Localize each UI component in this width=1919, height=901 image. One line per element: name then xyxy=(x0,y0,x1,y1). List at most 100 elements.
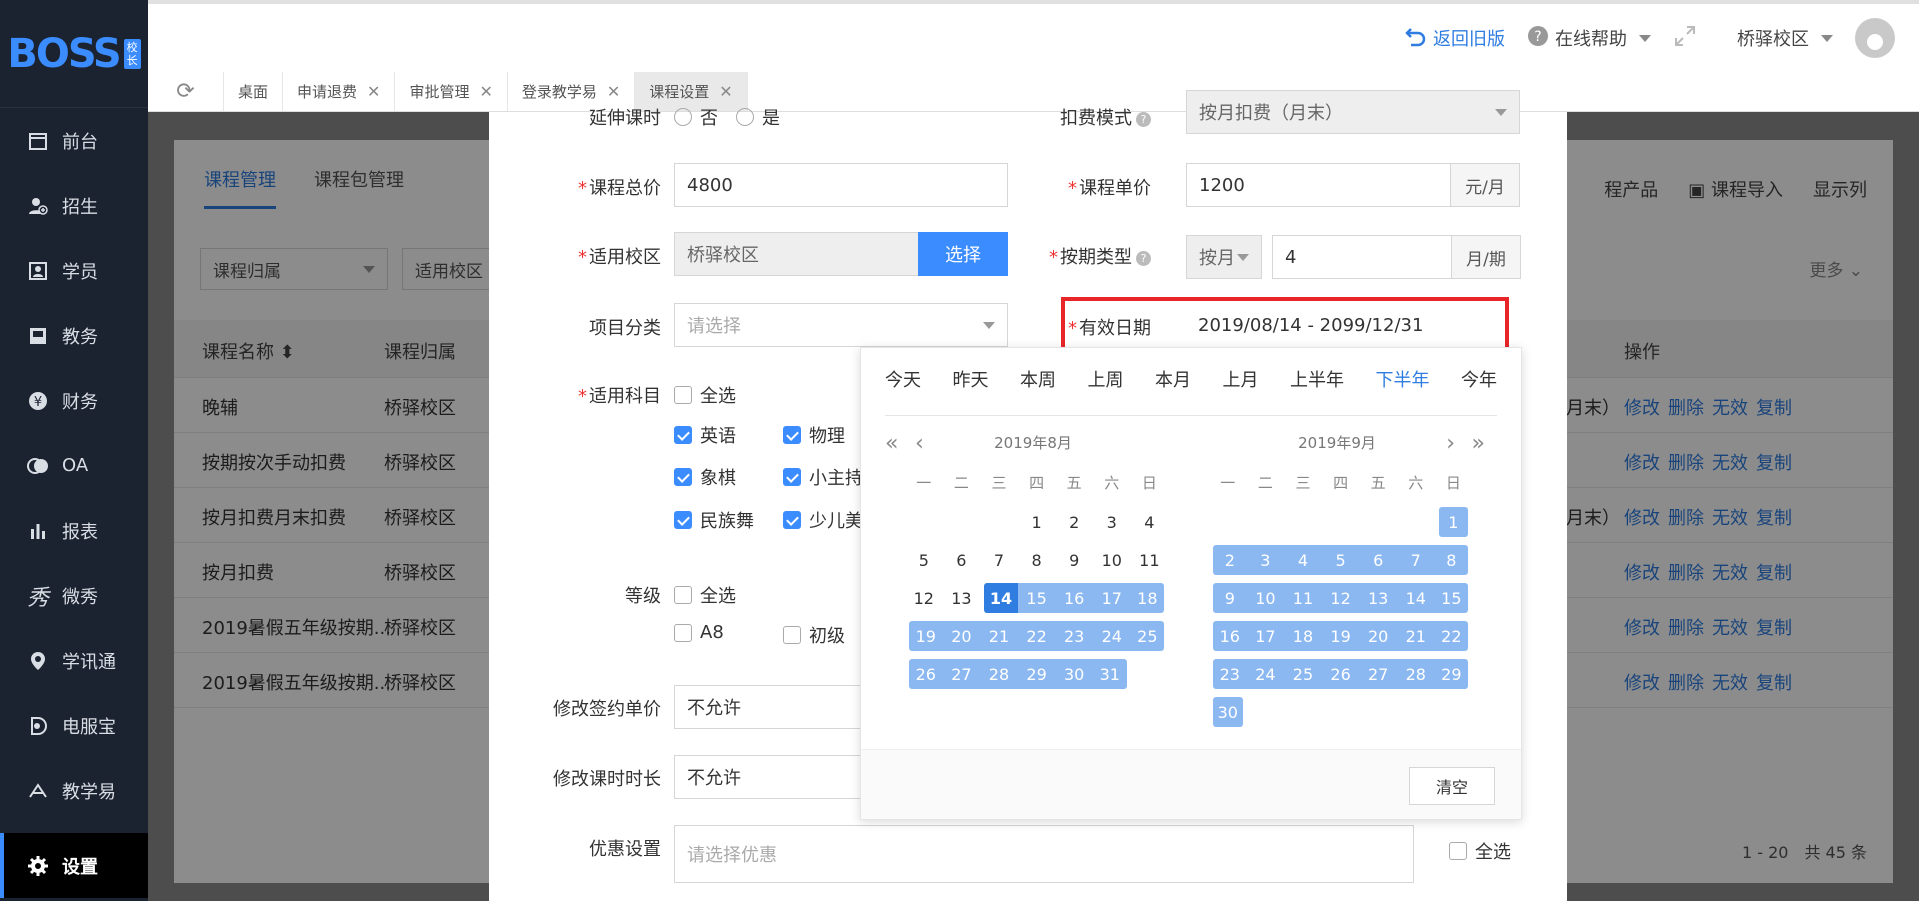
calendar-day[interactable]: 17 xyxy=(1092,579,1131,617)
calendar-day[interactable]: 1 xyxy=(1435,503,1473,541)
calendar-day[interactable]: 18 xyxy=(1284,617,1322,655)
level-checkbox-a8[interactable]: A8 xyxy=(674,622,724,643)
tab-refund[interactable]: 申请退费 ✕ xyxy=(283,72,396,111)
calendar-day[interactable]: 23 xyxy=(1055,617,1093,655)
sidebar-item-finance[interactable]: ¥ 财务 xyxy=(0,368,148,433)
calendar-day[interactable]: 29 xyxy=(1434,655,1473,693)
calendar-day[interactable]: 15 xyxy=(1434,579,1473,617)
back-to-old-version-link[interactable]: 返回旧版 xyxy=(1405,25,1505,52)
calendar-day[interactable]: 27 xyxy=(942,655,981,693)
calendar-day[interactable]: 5 xyxy=(905,541,943,579)
extend-no-radio[interactable]: 否 xyxy=(674,104,718,130)
category-select[interactable]: 请选择 xyxy=(674,303,1008,347)
sidebar-item-jiaoxueyi[interactable]: 教学易 xyxy=(0,758,148,823)
calendar-day[interactable]: 24 xyxy=(1246,655,1285,693)
next-month-icon[interactable]: › xyxy=(1446,432,1455,456)
subject-checkbox-physics[interactable]: 物理 xyxy=(783,422,845,448)
calendar-day[interactable]: 30 xyxy=(1055,655,1093,693)
calendar-day[interactable]: 21 xyxy=(980,617,1018,655)
calendar-day[interactable]: 3 xyxy=(1246,541,1285,579)
calendar-day[interactable]: 30 xyxy=(1209,693,1247,731)
sidebar-item-frontdesk[interactable]: 前台 xyxy=(0,108,148,173)
calendar-day[interactable]: 6 xyxy=(943,541,981,579)
calendar-day[interactable]: 21 xyxy=(1396,617,1435,655)
unit-price-input[interactable]: 1200 xyxy=(1186,163,1451,207)
calendar-day[interactable]: 3 xyxy=(1093,503,1131,541)
calendar-day[interactable]: 22 xyxy=(1434,617,1473,655)
calendar-day[interactable]: 28 xyxy=(1396,655,1435,693)
avatar[interactable] xyxy=(1855,18,1895,58)
calendar-day[interactable]: 19 xyxy=(1321,617,1360,655)
calendar-day[interactable]: 16 xyxy=(1055,579,1093,617)
sidebar-item-academic[interactable]: 教务 xyxy=(0,303,148,368)
shortcut-today[interactable]: 今天 xyxy=(885,366,921,415)
subject-checkbox-kids-art[interactable]: 少儿美 xyxy=(783,507,863,533)
close-icon[interactable]: ✕ xyxy=(719,82,732,101)
level-checkbox-beginner[interactable]: 初级 xyxy=(783,622,845,648)
extend-yes-radio[interactable]: 是 xyxy=(736,104,780,130)
calendar-day[interactable]: 16 xyxy=(1209,617,1247,655)
shortcut-this-year[interactable]: 今年 xyxy=(1461,366,1497,415)
calendar-day[interactable]: 4 xyxy=(1284,541,1322,579)
calendar-day[interactable]: 15 xyxy=(1017,579,1056,617)
calendar-day[interactable]: 2 xyxy=(1055,503,1093,541)
calendar-day[interactable]: 13 xyxy=(943,579,981,617)
calendar-day[interactable]: 14 xyxy=(1396,579,1435,617)
discount-select-all-checkbox[interactable]: 全选 xyxy=(1449,838,1511,864)
calendar-day[interactable]: 31 xyxy=(1092,655,1131,693)
calendar-day[interactable]: 10 xyxy=(1093,541,1131,579)
calendar-day[interactable]: 20 xyxy=(942,617,981,655)
calendar-day[interactable]: 5 xyxy=(1321,541,1360,579)
period-type-select[interactable]: 按月 xyxy=(1186,235,1262,279)
calendar-day[interactable]: 2 xyxy=(1209,541,1247,579)
level-select-all-checkbox[interactable]: 全选 xyxy=(674,582,736,608)
sidebar-item-reports[interactable]: 报表 xyxy=(0,498,148,563)
calendar-day[interactable]: 9 xyxy=(1055,541,1093,579)
calendar-day[interactable]: 10 xyxy=(1246,579,1285,617)
calendar-day[interactable]: 4 xyxy=(1131,503,1169,541)
total-price-input[interactable]: 4800 xyxy=(674,163,1008,207)
prev-year-icon[interactable]: « xyxy=(885,432,898,456)
shortcut-this-week[interactable]: 本周 xyxy=(1020,366,1056,415)
calendar-day[interactable]: 12 xyxy=(1321,579,1360,617)
calendar-day[interactable]: 19 xyxy=(905,617,943,655)
sidebar-item-settings[interactable]: 设置 xyxy=(0,833,148,898)
shortcut-second-half-year[interactable]: 下半年 xyxy=(1376,366,1430,415)
sidebar-item-xuexuntong[interactable]: 学讯通 xyxy=(0,628,148,693)
subject-checkbox-english[interactable]: 英语 xyxy=(674,422,736,448)
refresh-icon[interactable]: ⟳ xyxy=(148,72,224,111)
clear-date-button[interactable]: 清空 xyxy=(1409,767,1495,805)
calendar-day[interactable]: 29 xyxy=(1017,655,1056,693)
shortcut-yesterday[interactable]: 昨天 xyxy=(953,366,989,415)
discount-input[interactable]: 请选择优惠 xyxy=(674,825,1414,883)
calendar-day[interactable]: 9 xyxy=(1209,579,1247,617)
calendar-day[interactable]: 13 xyxy=(1359,579,1397,617)
calendar-day[interactable]: 24 xyxy=(1092,617,1131,655)
calendar-day[interactable]: 26 xyxy=(905,655,943,693)
subject-checkbox-folk-dance[interactable]: 民族舞 xyxy=(674,507,754,533)
shortcut-last-week[interactable]: 上周 xyxy=(1088,366,1124,415)
calendar-day[interactable]: 20 xyxy=(1359,617,1397,655)
calendar-day[interactable]: 12 xyxy=(905,579,943,617)
shortcut-first-half-year[interactable]: 上半年 xyxy=(1290,366,1344,415)
calendar-day[interactable]: 28 xyxy=(980,655,1018,693)
campus-dropdown[interactable]: 桥驿校区 xyxy=(1737,25,1833,51)
calendar-day[interactable]: 8 xyxy=(1434,541,1473,579)
sidebar-item-students[interactable]: 学员 xyxy=(0,238,148,303)
sidebar-item-weixiu[interactable]: 秀 微秀 xyxy=(0,563,148,628)
shortcut-this-month[interactable]: 本月 xyxy=(1155,366,1191,415)
deduct-mode-select[interactable]: 按月扣费（月末） xyxy=(1186,90,1520,134)
tab-desktop[interactable]: 桌面 xyxy=(224,72,284,111)
sidebar-item-dianfubao[interactable]: 电服宝 xyxy=(0,693,148,758)
calendar-day[interactable]: 17 xyxy=(1246,617,1285,655)
sidebar-item-oa[interactable]: OA xyxy=(0,433,148,498)
close-icon[interactable]: ✕ xyxy=(479,82,492,101)
calendar-day[interactable]: 27 xyxy=(1359,655,1397,693)
calendar-day[interactable]: 11 xyxy=(1131,541,1169,579)
calendar-day[interactable]: 11 xyxy=(1284,579,1322,617)
subjects-select-all-checkbox[interactable]: 全选 xyxy=(674,382,736,408)
close-icon[interactable]: ✕ xyxy=(367,82,380,101)
subject-checkbox-chess[interactable]: 象棋 xyxy=(674,464,736,490)
subject-checkbox-host[interactable]: 小主持 xyxy=(783,464,863,490)
period-count-input[interactable]: 4 xyxy=(1272,235,1452,279)
